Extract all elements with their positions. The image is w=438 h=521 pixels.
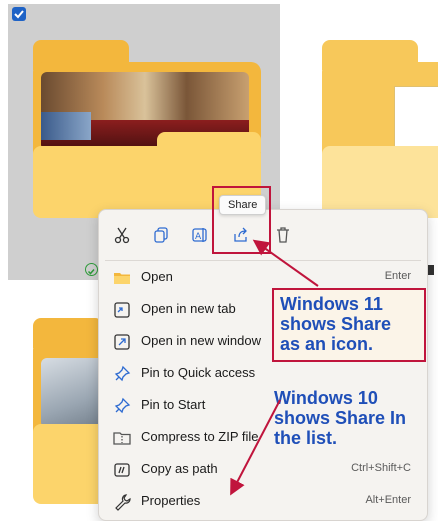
menu-item-label: Pin to Quick access bbox=[141, 365, 256, 380]
menu-item-properties[interactable]: Properties Alt+Enter bbox=[99, 487, 427, 515]
folder-icon-documents[interactable] bbox=[322, 40, 438, 218]
copy-path-icon bbox=[113, 461, 131, 479]
delete-icon[interactable] bbox=[270, 222, 296, 248]
callout-line: the list. bbox=[274, 428, 338, 448]
svg-text:A: A bbox=[195, 232, 202, 242]
selection-checkbox[interactable] bbox=[12, 7, 26, 21]
menu-item-label: Properties bbox=[141, 493, 201, 508]
pin-start-icon bbox=[113, 397, 131, 415]
sync-status-icon bbox=[85, 263, 98, 276]
copy-icon[interactable] bbox=[148, 222, 174, 248]
rename-icon[interactable]: A bbox=[187, 222, 213, 248]
callout-line: Windows 10 bbox=[274, 388, 378, 408]
menu-item-shortcut: Enter bbox=[384, 270, 411, 282]
new-window-icon bbox=[113, 333, 131, 351]
folder-icon bbox=[113, 269, 131, 287]
callout-windows-10: Windows 10 shows Share In the list. bbox=[274, 388, 434, 448]
share-highlight-box bbox=[212, 186, 271, 254]
context-menu: A Open Enter Open in new tab Open in new… bbox=[98, 209, 428, 521]
callout-line: as an icon. bbox=[280, 334, 374, 354]
menu-item-label: Open in new tab bbox=[141, 301, 236, 316]
context-menu-divider bbox=[105, 260, 421, 261]
callout-line: shows Share In bbox=[274, 408, 407, 428]
menu-item-open[interactable]: Open Enter bbox=[99, 263, 427, 291]
callout-line: Windows 11 bbox=[280, 294, 383, 314]
menu-item-label: Copy as path bbox=[141, 461, 218, 476]
cut-icon[interactable] bbox=[109, 222, 135, 248]
menu-item-pin-to-quick-access[interactable]: Pin to Quick access bbox=[99, 359, 427, 387]
menu-item-shortcut: Alt+Enter bbox=[365, 494, 411, 506]
pin-icon bbox=[113, 365, 131, 383]
callout-windows-11: Windows 11 shows Share as an icon. bbox=[272, 288, 426, 362]
menu-item-label: Pin to Start bbox=[141, 397, 206, 412]
menu-item-label: Open bbox=[141, 269, 173, 284]
callout-line: shows Share bbox=[280, 314, 392, 334]
menu-item-label: Compress to ZIP file bbox=[141, 429, 259, 444]
properties-icon bbox=[113, 493, 131, 511]
zip-icon bbox=[113, 429, 131, 447]
menu-item-label: Open in new window bbox=[141, 333, 261, 348]
menu-item-copy-as-path[interactable]: Copy as path Ctrl+Shift+C bbox=[99, 455, 427, 483]
new-tab-icon bbox=[113, 301, 131, 319]
menu-item-shortcut: Ctrl+Shift+C bbox=[351, 462, 411, 474]
